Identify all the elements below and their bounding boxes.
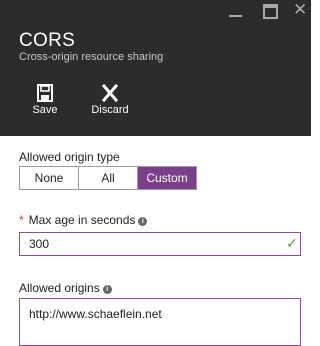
- info-icon[interactable]: i: [138, 217, 148, 226]
- close-button[interactable]: ✕: [293, 0, 308, 19]
- option-all[interactable]: All: [79, 167, 138, 189]
- save-label: Save: [32, 104, 58, 116]
- minimize-icon: [229, 15, 242, 17]
- blade-subtitle: Cross-origin resource sharing: [19, 51, 164, 63]
- save-icon: [37, 84, 53, 102]
- info-icon[interactable]: i: [102, 285, 112, 294]
- max-age-label-row: * Max age in seconds i: [19, 213, 148, 227]
- maximize-icon: [263, 4, 278, 19]
- checkmark-icon: ✓: [286, 235, 298, 251]
- allowed-origins-value: http://www.schaeflein.net: [29, 307, 162, 321]
- discard-icon: [102, 84, 118, 102]
- blade-title: CORS: [19, 30, 76, 51]
- allowed-origins-label-row: Allowed origins i: [19, 281, 112, 295]
- option-custom[interactable]: Custom: [138, 167, 196, 189]
- max-age-value: 300: [29, 237, 50, 251]
- allowed-origin-type-label: Allowed origin type: [19, 150, 120, 164]
- minimize-button[interactable]: [229, 2, 242, 17]
- max-age-input[interactable]: 300: [19, 232, 301, 256]
- close-icon: ✕: [293, 0, 308, 19]
- allowed-origin-type-selector: None All Custom: [19, 166, 197, 190]
- allowed-origins-textarea[interactable]: http://www.schaeflein.net: [19, 298, 301, 346]
- save-button[interactable]: Save: [21, 84, 69, 116]
- blade-header: ✕ CORS Cross-origin resource sharing Sav…: [0, 0, 311, 136]
- allowed-origins-label: Allowed origins: [19, 281, 100, 295]
- maximize-button[interactable]: [263, 4, 278, 19]
- option-none[interactable]: None: [20, 167, 79, 189]
- required-marker: *: [19, 213, 24, 227]
- max-age-label: Max age in seconds: [28, 213, 136, 227]
- discard-button[interactable]: Discard: [86, 84, 134, 116]
- discard-label: Discard: [91, 104, 129, 116]
